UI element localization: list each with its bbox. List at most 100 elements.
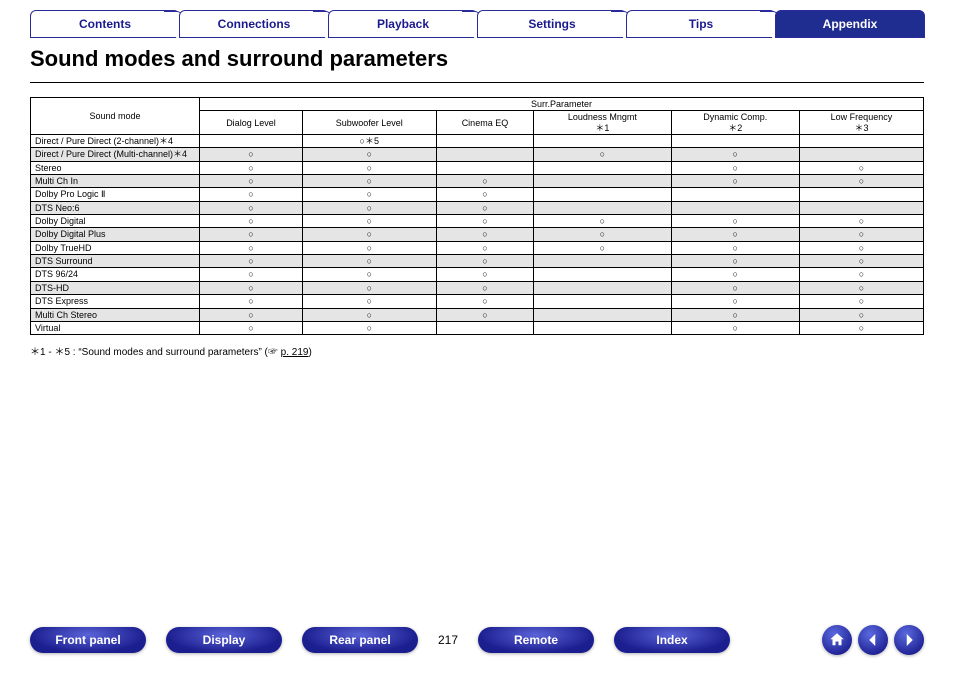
cell: ○ xyxy=(436,188,534,201)
table-row: Multi Ch Stereo○○○○○ xyxy=(31,308,924,321)
cell: ○ xyxy=(436,228,534,241)
cell: ○ xyxy=(200,188,303,201)
cell xyxy=(534,161,671,174)
top-tabs: Contents Connections Playback Settings T… xyxy=(30,10,924,38)
cell: ○ xyxy=(799,308,923,321)
bottom-bar: Front panel Display Rear panel 217 Remot… xyxy=(30,625,924,655)
table-row: Direct / Pure Direct (Multi-channel)＊4○○… xyxy=(31,148,924,161)
row-label: Dolby Digital xyxy=(31,215,200,228)
cell: ○ xyxy=(799,241,923,254)
cell: ○ xyxy=(671,321,799,334)
cell xyxy=(436,321,534,334)
row-label: DTS-HD xyxy=(31,281,200,294)
cell: ○ xyxy=(534,228,671,241)
cell: ○ xyxy=(799,228,923,241)
col-2: Cinema EQ xyxy=(436,111,534,135)
cell: ○ xyxy=(671,161,799,174)
cell: ○ xyxy=(671,255,799,268)
cell xyxy=(799,135,923,148)
row-label: Direct / Pure Direct (2-channel)＊4 xyxy=(31,135,200,148)
cell: ○ xyxy=(200,321,303,334)
cell: ○ xyxy=(302,175,436,188)
cell: ○ xyxy=(436,268,534,281)
cell xyxy=(534,135,671,148)
cell: ○ xyxy=(799,255,923,268)
cell: ○ xyxy=(436,281,534,294)
page-title: Sound modes and surround parameters xyxy=(30,46,924,72)
row-label: Multi Ch Stereo xyxy=(31,308,200,321)
cell: ○ xyxy=(671,281,799,294)
cell xyxy=(799,188,923,201)
table-row: Stereo○○○○ xyxy=(31,161,924,174)
cell: ○ xyxy=(302,281,436,294)
prev-page-icon[interactable] xyxy=(858,625,888,655)
btn-rear-panel[interactable]: Rear panel xyxy=(302,627,418,653)
tab-contents[interactable]: Contents xyxy=(30,10,180,38)
cell: ○ xyxy=(534,215,671,228)
cell: ○ xyxy=(671,148,799,161)
cell: ○ xyxy=(200,295,303,308)
col-3: Loudness Mngmt＊1 xyxy=(534,111,671,135)
table-row: Direct / Pure Direct (2-channel)＊4 ○＊5 xyxy=(31,135,924,148)
cell: ○ xyxy=(200,268,303,281)
row-label: Virtual xyxy=(31,321,200,334)
cell xyxy=(534,175,671,188)
cell: ○ xyxy=(436,255,534,268)
cell xyxy=(534,255,671,268)
cell: ○ xyxy=(799,321,923,334)
cell: ○ xyxy=(200,148,303,161)
cell: ○ xyxy=(534,241,671,254)
btn-front-panel[interactable]: Front panel xyxy=(30,627,146,653)
cell: ○ xyxy=(302,228,436,241)
cell: ○＊5 xyxy=(302,135,436,148)
footnote-suffix: ) xyxy=(308,347,311,358)
col-sound-mode: Sound mode xyxy=(31,98,200,135)
footnote-prefix: ＊1 - ＊5 : “Sound modes and surround para… xyxy=(30,347,281,358)
tab-playback[interactable]: Playback xyxy=(328,10,478,38)
col-5: Low Frequency＊3 xyxy=(799,111,923,135)
tab-tips[interactable]: Tips xyxy=(626,10,776,38)
table-row: Dolby Pro Logic Ⅱ○○○ xyxy=(31,188,924,201)
cell: ○ xyxy=(302,255,436,268)
cell: ○ xyxy=(200,175,303,188)
cell: ○ xyxy=(200,215,303,228)
btn-display[interactable]: Display xyxy=(166,627,282,653)
next-page-icon[interactable] xyxy=(894,625,924,655)
cell: ○ xyxy=(200,281,303,294)
cell xyxy=(534,201,671,214)
tab-connections[interactable]: Connections xyxy=(179,10,329,38)
cell: ○ xyxy=(436,215,534,228)
cell: ○ xyxy=(302,188,436,201)
col-group-surr: Surr.Parameter xyxy=(200,98,924,111)
cell: ○ xyxy=(436,241,534,254)
cell xyxy=(534,268,671,281)
cell: ○ xyxy=(200,201,303,214)
cell xyxy=(436,148,534,161)
btn-remote[interactable]: Remote xyxy=(478,627,594,653)
cell: ○ xyxy=(302,295,436,308)
table-row: DTS Express○○○○○ xyxy=(31,295,924,308)
cell: ○ xyxy=(436,295,534,308)
tab-settings[interactable]: Settings xyxy=(477,10,627,38)
row-label: DTS Neo:6 xyxy=(31,201,200,214)
cell: ○ xyxy=(302,201,436,214)
home-icon[interactable] xyxy=(822,625,852,655)
cell: ○ xyxy=(200,228,303,241)
footnote-link[interactable]: p. 219 xyxy=(281,347,309,358)
cell xyxy=(534,188,671,201)
cell: ○ xyxy=(200,308,303,321)
cell: ○ xyxy=(671,268,799,281)
row-label: Dolby Digital Plus xyxy=(31,228,200,241)
btn-index[interactable]: Index xyxy=(614,627,730,653)
cell: ○ xyxy=(671,241,799,254)
row-label: Multi Ch In xyxy=(31,175,200,188)
cell: ○ xyxy=(799,295,923,308)
tab-appendix[interactable]: Appendix xyxy=(775,10,925,38)
page-number: 217 xyxy=(438,633,458,647)
cell: ○ xyxy=(200,255,303,268)
row-label: Stereo xyxy=(31,161,200,174)
col-1: Subwoofer Level xyxy=(302,111,436,135)
table-row: Dolby Digital Plus○○○○○○ xyxy=(31,228,924,241)
cell: ○ xyxy=(799,268,923,281)
cell: ○ xyxy=(302,215,436,228)
